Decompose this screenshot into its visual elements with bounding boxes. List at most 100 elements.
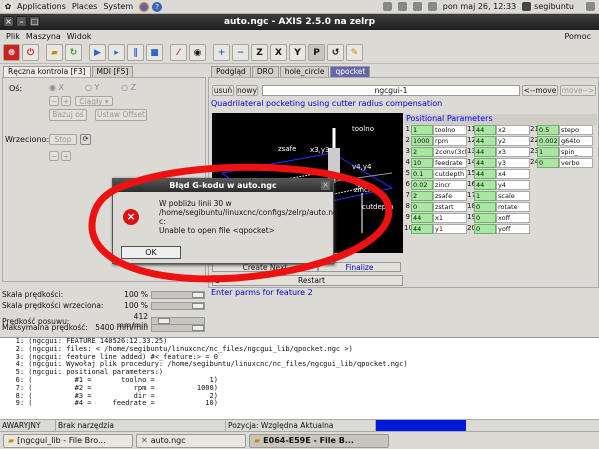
param-value-input[interactable]: 0.002 [537,136,559,146]
axis-y-radio[interactable]: ○ Y [85,83,99,92]
param-value-input[interactable]: 2 [411,147,433,157]
move-right-button[interactable]: move--> [560,85,596,96]
param-value-input[interactable]: 0 [411,202,433,212]
tab-dro[interactable]: DRO [251,66,279,77]
param-value-input[interactable]: 1000 [411,136,433,146]
param-value-input[interactable]: 0.02 [411,180,433,190]
reload-icon[interactable]: ↻ [65,44,82,61]
system-menu[interactable]: System [103,2,133,11]
view-z-icon[interactable]: Z [251,44,268,61]
tab-mdi[interactable]: MDI [F5] [91,66,134,77]
menu-file[interactable]: Plik [6,32,20,41]
rotate-view-icon[interactable]: ↺ [327,44,344,61]
window-close-icon[interactable]: × [3,16,14,27]
places-menu[interactable]: Places [72,2,97,11]
param-value-input[interactable]: 0.1 [411,169,433,179]
firefox-icon[interactable] [139,1,150,12]
zoom-out-icon[interactable]: − [232,44,249,61]
view-p-icon[interactable]: P [308,44,325,61]
gcode-listing[interactable]: 1: (ngcgui: FEATURE 140526:12.33.25) 2: … [0,337,599,419]
spindle-stop-button[interactable]: Stop [49,134,77,145]
param-value-input[interactable]: 0.5 [537,125,559,135]
window-maximize-icon[interactable]: □ [29,16,40,27]
user-name[interactable]: segibuntu [534,2,574,11]
override-row: Skala prędkości wrzeciona: 100 % [2,301,205,310]
param-value-input[interactable]: 1 [537,147,559,157]
open-file-icon[interactable]: ▰ [46,44,63,61]
param-value-input[interactable]: 2 [411,191,433,201]
tab-qpocket[interactable]: qpocket [330,66,371,77]
param-value-input[interactable]: 44 [474,180,496,190]
override-label: Skala prędkości wrzeciona: [2,301,104,310]
axis-z-radio[interactable]: ○ Z [121,83,136,92]
remove-button[interactable]: usuń [212,85,234,96]
new-button[interactable]: nowy [236,85,258,96]
keyboard-icon[interactable] [382,2,392,11]
param-value-input[interactable]: 0 [474,202,496,212]
touch-off-button[interactable]: Ustaw Offset [95,109,147,121]
param-value-input[interactable]: 1 [411,125,433,135]
optional-stop-icon[interactable]: ◉ [189,44,206,61]
step-icon[interactable]: ▸ [108,44,125,61]
view-x-icon[interactable]: X [270,44,287,61]
machine-power-icon[interactable]: ⏻ [22,44,39,61]
menu-help[interactable]: Pomoc [564,32,591,41]
clock[interactable]: pon maj 26, 12:33 [443,2,516,11]
param-value-input[interactable]: 10 [411,158,433,168]
page-name-field[interactable]: ngcgui-1 [262,85,520,96]
slider-knob[interactable] [192,324,204,331]
jog-plus-button[interactable]: + [61,96,71,106]
param-value-input[interactable]: 44 [474,158,496,168]
clear-backplot-icon[interactable]: ✎ [346,44,363,61]
block-delete-icon[interactable]: ⁄ [170,44,187,61]
view-y-icon[interactable]: Y [289,44,306,61]
menu-view[interactable]: Widok [67,32,92,41]
power-icon[interactable] [586,2,595,11]
tab-hole-circle[interactable]: hole_circle [279,66,330,77]
zoom-in-icon[interactable]: + [213,44,230,61]
spindle-cw-icon[interactable]: ⟳ [80,134,91,145]
task-file-browser-active[interactable]: ▰ E064-E59E - File B... [249,433,389,448]
override-slider[interactable] [151,323,205,332]
slider-knob[interactable] [192,291,204,298]
override-slider[interactable] [151,290,205,299]
param-value-input[interactable]: 0 [474,213,496,223]
applications-menu[interactable]: Applications [17,2,66,11]
mail-icon[interactable] [427,2,437,11]
jog-minus-button[interactable]: − [49,96,59,106]
window-minimize-icon[interactable]: – [16,16,27,27]
pause-icon[interactable]: ∥ [127,44,144,61]
param-number: 22 [530,136,539,144]
param-value-input[interactable]: 44 [411,224,433,234]
task-auto-ngc[interactable]: ✕ auto.ngc [136,433,246,448]
param-value-input[interactable]: 0 [537,158,559,168]
ubuntu-logo-icon[interactable]: ✿ [3,1,13,12]
stop-icon[interactable]: ■ [146,44,163,61]
slider-knob[interactable] [192,302,204,309]
tab-preview[interactable]: Podgląd [211,66,251,77]
move-left-button[interactable]: <--move [522,85,558,96]
param-value-input[interactable]: 44 [411,213,433,223]
network-icon[interactable] [397,2,407,11]
axis-x-radio[interactable]: ◉ X [49,83,64,92]
run-icon[interactable]: ▶ [89,44,106,61]
task-file-browser[interactable]: ▰ [ngcgui_lib - File Bro... [3,433,133,448]
spindle-plus-button[interactable]: + [61,151,71,161]
jog-mode-select[interactable]: Ciągły ▾ [75,96,113,106]
param-value-input[interactable]: 44 [474,147,496,157]
param-value-input[interactable]: 1 [474,191,496,201]
spindle-minus-button[interactable]: − [49,151,59,161]
help-icon[interactable]: ? [152,1,163,12]
volume-icon[interactable] [412,2,422,11]
param-value-input[interactable]: 44 [474,136,496,146]
param-value-input[interactable]: 44 [474,169,496,179]
highlight-ellipse [88,163,393,283]
window-titlebar[interactable]: × – □ auto.ngc - AXIS 2.5.0 na zelrp [0,14,599,30]
estop-icon[interactable]: ⊗ [3,44,20,61]
home-axis-button[interactable]: Bazuj oś [49,109,87,121]
override-slider[interactable] [151,301,205,310]
menu-machine[interactable]: Maszyna [26,32,61,41]
tab-manual-control[interactable]: Ręczna kontrola [F3] [3,66,91,77]
param-value-input[interactable]: 0 [474,224,496,234]
param-value-input[interactable]: 44 [474,125,496,135]
